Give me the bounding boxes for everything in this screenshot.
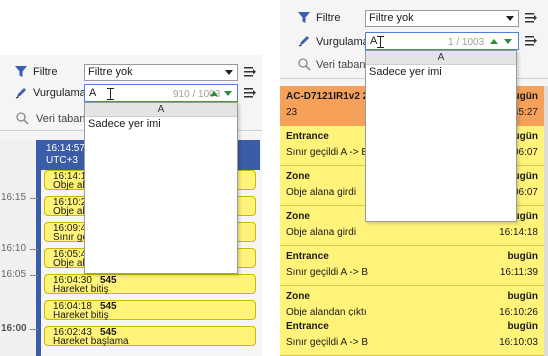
- scrollbar[interactable]: [544, 86, 548, 356]
- highlight-input[interactable]: A 1 / 1003: [365, 32, 519, 50]
- tick: [30, 329, 38, 330]
- event-title: Entrance: [286, 321, 329, 332]
- event-day: bugün: [507, 251, 538, 262]
- next-match-button[interactable]: [504, 39, 512, 44]
- filter-label: Filtre: [33, 66, 58, 78]
- event-card[interactable]: 16:02:43 545 Hareket başlama: [44, 326, 256, 347]
- event-desc: Sınır geçildi A -> B: [286, 337, 368, 348]
- list-toggle-icon[interactable]: [244, 87, 256, 99]
- dropdown-header: A: [85, 103, 237, 117]
- tick-label: 16:00: [1, 323, 27, 334]
- tick: [30, 249, 38, 250]
- highlight-label: Vurgulama: [33, 87, 86, 99]
- bookmark-only-option[interactable]: Sadece yer imi: [85, 117, 237, 131]
- event-row[interactable]: Entrance Sınır geçildi A -> B bugün 16:1…: [280, 316, 544, 356]
- highlight-suggestions-dropdown: A Sadece yer imi: [365, 50, 517, 222]
- event-title: Zone: [286, 211, 310, 222]
- event-desc: Sınır geçildi A -> B: [286, 267, 368, 278]
- filter-select-value: Filtre yok: [88, 66, 133, 78]
- header-timezone: UTC+3: [46, 155, 78, 166]
- event-day: bugün: [507, 291, 538, 302]
- event-time: 16:10:03: [499, 337, 538, 348]
- match-counter: 1 / 1003: [448, 37, 485, 48]
- event-row[interactable]: Entrance Sınır geçildi A -> B bugün 16:1…: [280, 246, 544, 286]
- highlight-label: Vurgulama: [316, 36, 369, 48]
- tick-label: 16:05: [1, 269, 27, 280]
- bookmark-only-option[interactable]: Sadece yer imi: [366, 65, 516, 79]
- filter-icon: [15, 66, 27, 81]
- event-title: Entrance: [286, 131, 329, 142]
- event-desc: Obje alana girdi: [286, 227, 357, 238]
- event-desc: Obje alana girdi: [286, 187, 357, 198]
- event-time: 16:14:18: [499, 227, 538, 238]
- text-cursor-icon: [377, 36, 384, 48]
- device-subtitle: 23: [286, 107, 298, 118]
- previous-match-button[interactable]: [490, 39, 498, 44]
- timeline-track: [36, 140, 41, 356]
- search-icon: [16, 112, 29, 128]
- chevron-down-icon: [506, 16, 514, 21]
- list-toggle-icon[interactable]: [525, 12, 537, 24]
- filter-label: Filtre: [316, 12, 341, 24]
- event-title: Zone: [286, 171, 310, 182]
- event-text: Hareket bitiş: [53, 284, 109, 295]
- event-day: bugün: [507, 321, 538, 332]
- list-toggle-icon[interactable]: [525, 35, 537, 47]
- event-text: Hareket bitiş: [53, 310, 109, 321]
- previous-match-button[interactable]: [210, 91, 218, 96]
- filter-select-value: Filtre yok: [369, 12, 414, 24]
- tick-label: 16:10: [1, 243, 27, 254]
- text-cursor-icon: [107, 88, 114, 100]
- highlight-suggestions-dropdown: A Sadece yer imi: [84, 102, 238, 274]
- filter-select[interactable]: Filtre yok: [84, 64, 238, 81]
- event-title: Entrance: [286, 251, 329, 262]
- highlight-input-value: A: [89, 87, 97, 99]
- device-title: AC-D7121IR1v2 2: [286, 91, 369, 102]
- tick-label: 16:15: [1, 192, 27, 203]
- list-toggle-icon[interactable]: [244, 66, 256, 78]
- next-match-button[interactable]: [224, 91, 232, 96]
- event-card[interactable]: 16:04:30 545 Hareket bitiş: [44, 274, 256, 295]
- event-title: Zone: [286, 291, 310, 302]
- event-desc: Sınır geçildi A -> B: [286, 147, 368, 158]
- tick: [30, 198, 38, 199]
- dropdown-header: A: [366, 51, 516, 65]
- filter-icon: [298, 12, 310, 27]
- tick: [30, 275, 38, 276]
- filter-select[interactable]: Filtre yok: [365, 10, 519, 27]
- pen-icon: [298, 34, 311, 50]
- event-card[interactable]: 16:04:18 545 Hareket bitiş: [44, 300, 256, 321]
- search-icon: [298, 58, 311, 74]
- header-time: 16:14:57: [46, 143, 85, 154]
- pen-icon: [15, 86, 28, 102]
- event-text: Hareket başlama: [53, 336, 129, 347]
- chevron-down-icon: [225, 70, 233, 75]
- event-time: 16:11:39: [499, 267, 538, 278]
